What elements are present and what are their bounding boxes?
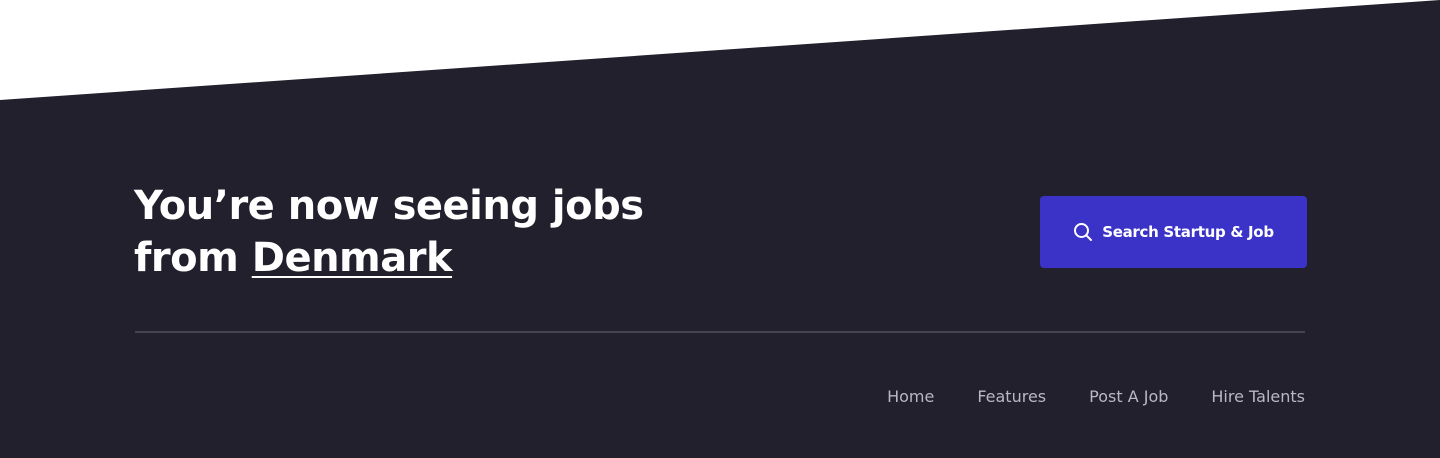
- section-divider: [135, 331, 1305, 333]
- footer-nav-item-features: Features: [977, 386, 1046, 408]
- nav-link-post-a-job[interactable]: Post A Job: [1089, 387, 1168, 406]
- nav-link-home[interactable]: Home: [887, 387, 934, 406]
- footer-nav-item-home: Home: [887, 386, 934, 408]
- footer-nav-item-post-job: Post A Job: [1089, 386, 1168, 408]
- search-button-label: Search Startup & Job: [1102, 223, 1274, 241]
- headline-line-1: You’re now seeing jobs: [134, 183, 644, 229]
- search-startup-job-button[interactable]: Search Startup & Job: [1040, 196, 1307, 268]
- country-link[interactable]: Denmark: [252, 235, 453, 281]
- search-icon: [1074, 223, 1093, 241]
- location-headline: You’re now seeing jobs from Denmark: [134, 180, 754, 284]
- nav-link-hire-talents[interactable]: Hire Talents: [1211, 387, 1305, 406]
- footer-nav-list: Home Features Post A Job Hire Talents: [887, 386, 1305, 408]
- nav-link-features[interactable]: Features: [977, 387, 1046, 406]
- footer-nav-item-hire-talents: Hire Talents: [1211, 386, 1305, 408]
- location-banner-section: You’re now seeing jobs from Denmark Sear…: [0, 0, 1440, 458]
- headline-prefix: from: [134, 235, 239, 281]
- headline-line-2: from Denmark: [134, 232, 754, 284]
